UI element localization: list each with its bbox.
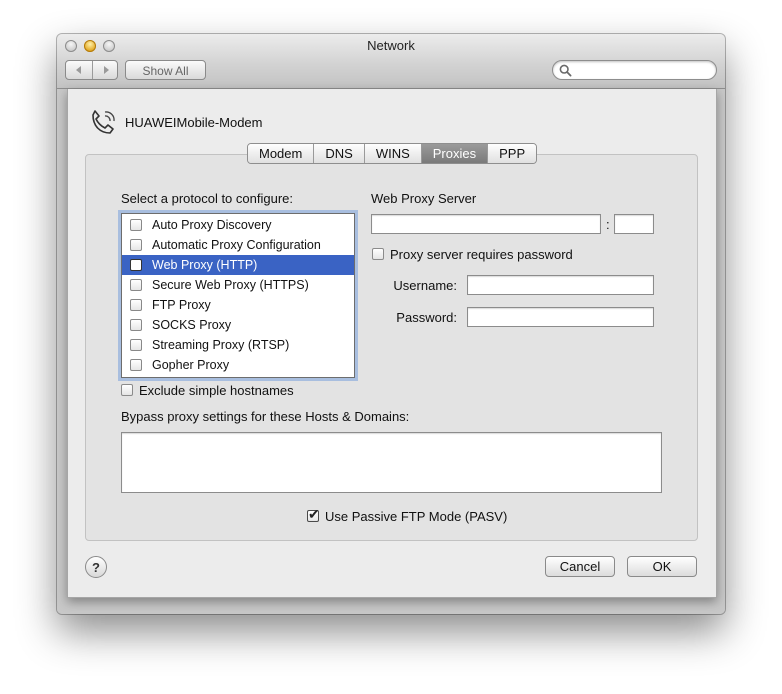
forward-button[interactable] (93, 61, 119, 79)
protocol-checkbox[interactable] (130, 239, 142, 251)
magnifier-icon (559, 64, 572, 77)
protocol-row[interactable]: FTP Proxy (122, 295, 354, 315)
protocol-row-selected[interactable]: Web Proxy (HTTP) (122, 255, 354, 275)
username-label: Username: (393, 278, 457, 293)
requires-password-label: Proxy server requires password (390, 247, 573, 262)
port-separator: : (606, 217, 610, 232)
titlebar: Network Show All (57, 34, 725, 89)
protocol-checkbox[interactable] (130, 279, 142, 291)
back-forward-control (65, 60, 118, 80)
back-button[interactable] (66, 61, 93, 79)
password-field[interactable] (467, 307, 654, 327)
password-label: Password: (396, 310, 457, 325)
exclude-simple-label: Exclude simple hostnames (139, 383, 294, 398)
tab-wins[interactable]: WINS (364, 144, 422, 163)
checkmark-icon: ✔ (308, 506, 320, 522)
proxy-server-heading: Web Proxy Server (371, 191, 477, 206)
cancel-button[interactable]: Cancel (545, 556, 615, 577)
protocol-checkbox[interactable] (130, 219, 142, 231)
service-name: HUAWEIMobile-Modem (125, 115, 263, 130)
tab-dns[interactable]: DNS (314, 144, 365, 163)
tab-modem[interactable]: Modem (248, 144, 315, 163)
protocol-heading: Select a protocol to configure: (121, 191, 293, 206)
proxy-server-field[interactable] (371, 214, 601, 234)
protocol-row[interactable]: SOCKS Proxy (122, 315, 354, 335)
protocol-row[interactable]: Secure Web Proxy (HTTPS) (122, 275, 354, 295)
tab-ppp[interactable]: PPP (488, 144, 537, 163)
window-title: Network (367, 38, 415, 53)
tab-proxies[interactable]: Proxies (421, 144, 489, 163)
bypass-label: Bypass proxy settings for these Hosts & … (121, 409, 410, 424)
passive-ftp-checkbox[interactable]: ✔ (307, 506, 320, 522)
back-arrow-icon (76, 66, 81, 74)
tab-bar: Modem DNS WINS Proxies PPP (247, 143, 538, 164)
protocol-row[interactable]: Gopher Proxy (122, 355, 354, 375)
bypass-textarea[interactable] (121, 432, 662, 493)
ok-button[interactable]: OK (627, 556, 697, 577)
protocol-checkbox[interactable] (130, 339, 142, 351)
phone-icon (92, 110, 115, 134)
protocol-list[interactable]: Auto Proxy Discovery Automatic Proxy Con… (121, 213, 355, 378)
protocol-checkbox[interactable] (130, 359, 142, 371)
protocol-checkbox[interactable] (130, 299, 142, 311)
port-field[interactable] (614, 214, 654, 234)
protocol-row[interactable]: Auto Proxy Discovery (122, 215, 354, 235)
help-button[interactable]: ? (85, 556, 107, 578)
protocol-row[interactable]: Automatic Proxy Configuration (122, 235, 354, 255)
username-field[interactable] (467, 275, 654, 295)
protocol-checkbox[interactable] (130, 319, 142, 331)
forward-arrow-icon (104, 66, 109, 74)
show-all-button[interactable]: Show All (125, 60, 206, 80)
exclude-simple-checkbox[interactable] (121, 384, 133, 396)
requires-password-checkbox[interactable] (372, 248, 384, 260)
protocol-row[interactable]: Streaming Proxy (RTSP) (122, 335, 354, 355)
passive-ftp-label: Use Passive FTP Mode (PASV) (325, 509, 508, 524)
protocol-checkbox[interactable] (130, 259, 142, 271)
search-field[interactable] (552, 60, 717, 80)
